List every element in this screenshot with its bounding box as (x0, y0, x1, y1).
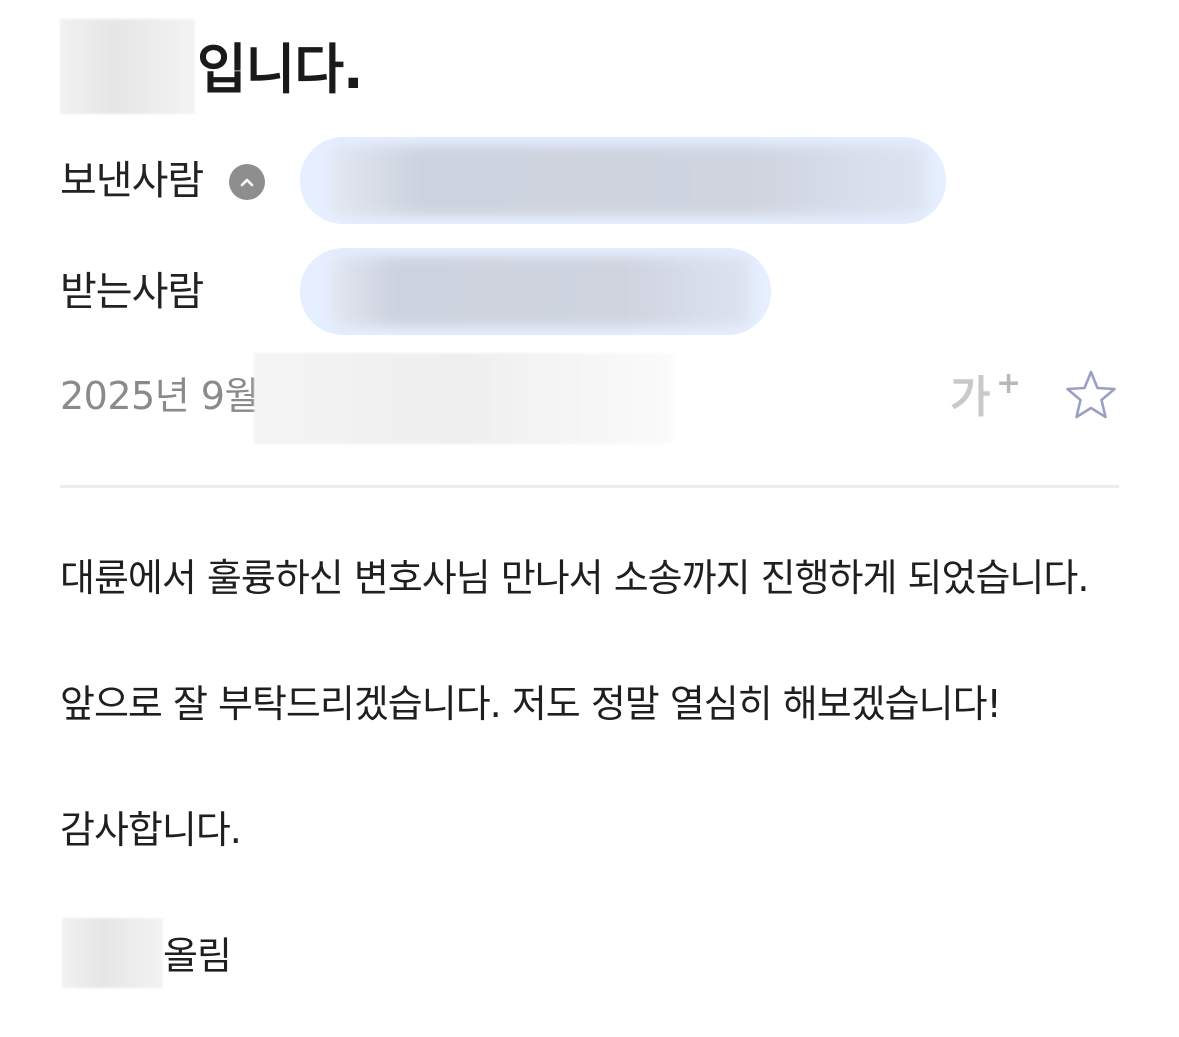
signature: 올림 (163, 934, 232, 978)
recipient-redacted (330, 256, 751, 327)
chevron-up-icon (240, 178, 254, 187)
font-size-plus-icon: + (996, 366, 1022, 401)
font-size-button[interactable]: 가 + (950, 366, 1022, 428)
sender-label: 보낸사람 (60, 158, 204, 204)
favorite-button[interactable] (1062, 367, 1120, 425)
subject-redacted-name (60, 19, 195, 114)
recipient-label: 받는사람 (60, 269, 204, 315)
email-date: 2025년 9월 (60, 374, 259, 418)
header-divider (60, 485, 1119, 488)
sender-redacted (330, 145, 926, 216)
date-redacted (254, 353, 673, 444)
body-paragraph-2: 앞으로 잘 부탁드리겠습니다. 저도 정말 열심히 해보겠습니다! (60, 682, 1002, 726)
email-subject: 입니다. (197, 38, 364, 101)
body-paragraph-3: 감사합니다. (60, 808, 242, 852)
body-paragraph-1: 대륜에서 훌륭하신 변호사님 만나서 소송까지 진행하게 되었습니다. (60, 556, 1089, 600)
signature-redacted-name (62, 918, 163, 988)
font-size-icon: 가 (950, 372, 991, 423)
star-outline-icon (1066, 370, 1116, 419)
collapse-recipients-button[interactable] (229, 164, 265, 200)
sender-address-chip[interactable] (300, 137, 946, 224)
recipient-address-chip[interactable] (300, 248, 771, 335)
